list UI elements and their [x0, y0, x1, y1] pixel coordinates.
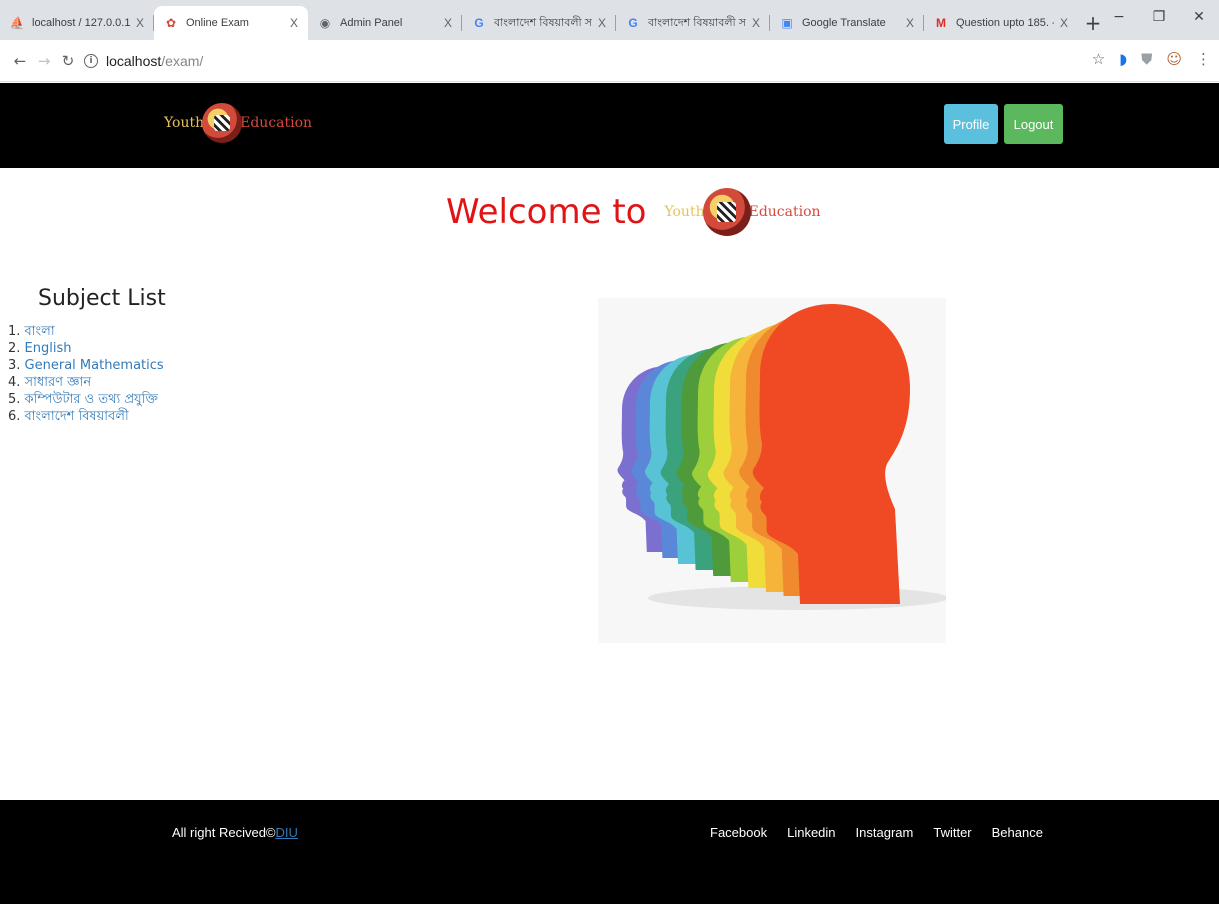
forward-arrow-icon[interactable]: → [32, 52, 56, 70]
close-tab-icon[interactable]: X [136, 16, 144, 30]
minimize-icon[interactable]: − [1099, 0, 1139, 34]
subject-link[interactable]: বাংলাদেশ বিষয়াবলী [25, 409, 129, 424]
extension-icon[interactable]: ◗ [1119, 50, 1127, 68]
site-header: Youth Education Profile Logout [0, 83, 1219, 168]
google-icon: G [474, 16, 484, 30]
site-footer: All right Recived©DIU Facebook Linkedin … [0, 800, 1219, 904]
subject-list: Subject List 1. বাংলা 2. English 3. Gene… [0, 286, 166, 425]
browser-tab[interactable]: ◉ Admin Panel X [308, 6, 462, 40]
list-item: 1. বাংলা [8, 324, 55, 339]
menu-dots-icon[interactable]: ⋮ [1196, 50, 1211, 68]
browser-tab-active[interactable]: ✿ Online Exam X [154, 6, 308, 40]
url-host: localhost [106, 53, 162, 69]
linkedin-link[interactable]: Linkedin [787, 825, 835, 840]
subject-link[interactable]: General Mathematics [25, 358, 164, 373]
instagram-link[interactable]: Instagram [856, 825, 914, 840]
logout-button[interactable]: Logout [1004, 104, 1063, 144]
footer-social-links: Facebook Linkedin Instagram Twitter Beha… [710, 825, 1043, 840]
close-window-icon[interactable]: ✕ [1179, 0, 1219, 34]
welcome-logo: Youth Education [664, 188, 821, 236]
url-path: /exam/ [161, 53, 204, 69]
gmail-icon: M [936, 16, 946, 30]
twitter-link[interactable]: Twitter [933, 825, 971, 840]
browser-tab-strip: ⛵ localhost / 127.0.0.1 / e X ✿ Online E… [0, 0, 1219, 40]
subject-link[interactable]: সাধারণ জ্ঞান [25, 375, 92, 390]
facebook-link[interactable]: Facebook [710, 825, 767, 840]
avatar[interactable]: ☺ [1166, 50, 1182, 68]
subject-link[interactable]: কম্পিউটার ও তথ্য প্রযুক্তি [25, 392, 158, 407]
globe-icon: ◉ [319, 16, 331, 30]
browser-tab[interactable]: G বাংলাদেশ বিষয়াবলী সা X [616, 6, 770, 40]
browser-tab[interactable]: ▣ Google Translate X [770, 6, 924, 40]
site-logo[interactable]: Youth Education [164, 103, 312, 143]
subject-list-heading: Subject List [38, 286, 166, 311]
list-item: 2. English [8, 341, 72, 356]
reload-icon[interactable]: ↻ [56, 52, 80, 70]
close-tab-icon[interactable]: X [290, 16, 298, 30]
phpmyadmin-icon: ⛵ [9, 16, 25, 30]
close-tab-icon[interactable]: X [444, 16, 452, 30]
site-favicon-icon: ✿ [165, 16, 177, 30]
list-item: 6. বাংলাদেশ বিষয়াবলী [8, 409, 129, 424]
translate-icon: ▣ [781, 16, 793, 30]
welcome-banner: Welcome to Youth Education [446, 188, 821, 236]
list-item: 3. General Mathematics [8, 358, 164, 373]
close-tab-icon[interactable]: X [752, 16, 760, 30]
toolbar-icons: ☆ ◗ ⛊ ☺ ⋮ [1092, 50, 1211, 68]
restore-icon[interactable]: ❐ [1139, 0, 1179, 34]
subject-link[interactable]: বাংলা [25, 324, 55, 339]
browser-tab[interactable]: M Question upto 185. - m X [924, 6, 1078, 40]
copyright: All right Recived©DIU [172, 825, 298, 840]
profile-button[interactable]: Profile [944, 104, 998, 144]
welcome-title: Welcome to [446, 192, 647, 232]
browser-tab[interactable]: G বাংলাদেশ বিষয়াবলী সা X [462, 6, 616, 40]
subject-link[interactable]: English [25, 341, 72, 356]
copyright-link[interactable]: DIU [276, 825, 298, 840]
address-bar: ← → ↻ i localhost/exam/ ☆ ◗ ⛊ ☺ ⋮ [0, 40, 1219, 82]
logo-emblem-icon [202, 103, 243, 143]
close-tab-icon[interactable]: X [598, 16, 606, 30]
list-item: 5. কম্পিউটার ও তথ্য প্রযুক্তি [8, 392, 159, 407]
info-icon[interactable]: i [84, 54, 98, 68]
url-field[interactable]: i localhost/exam/ [84, 45, 1074, 77]
window-controls: − ❐ ✕ [1099, 0, 1219, 34]
logo-emblem-icon [702, 188, 751, 236]
shield-icon[interactable]: ⛊ [1141, 50, 1152, 68]
behance-link[interactable]: Behance [992, 825, 1043, 840]
list-item: 4. সাধারণ জ্ঞান [8, 375, 92, 390]
hero-heads-image [598, 298, 946, 643]
bookmark-star-icon[interactable]: ☆ [1092, 50, 1105, 68]
close-tab-icon[interactable]: X [1060, 16, 1068, 30]
back-arrow-icon[interactable]: ← [8, 52, 32, 70]
browser-tab[interactable]: ⛵ localhost / 127.0.0.1 / e X [0, 6, 154, 40]
google-icon: G [628, 16, 638, 30]
close-tab-icon[interactable]: X [906, 16, 914, 30]
